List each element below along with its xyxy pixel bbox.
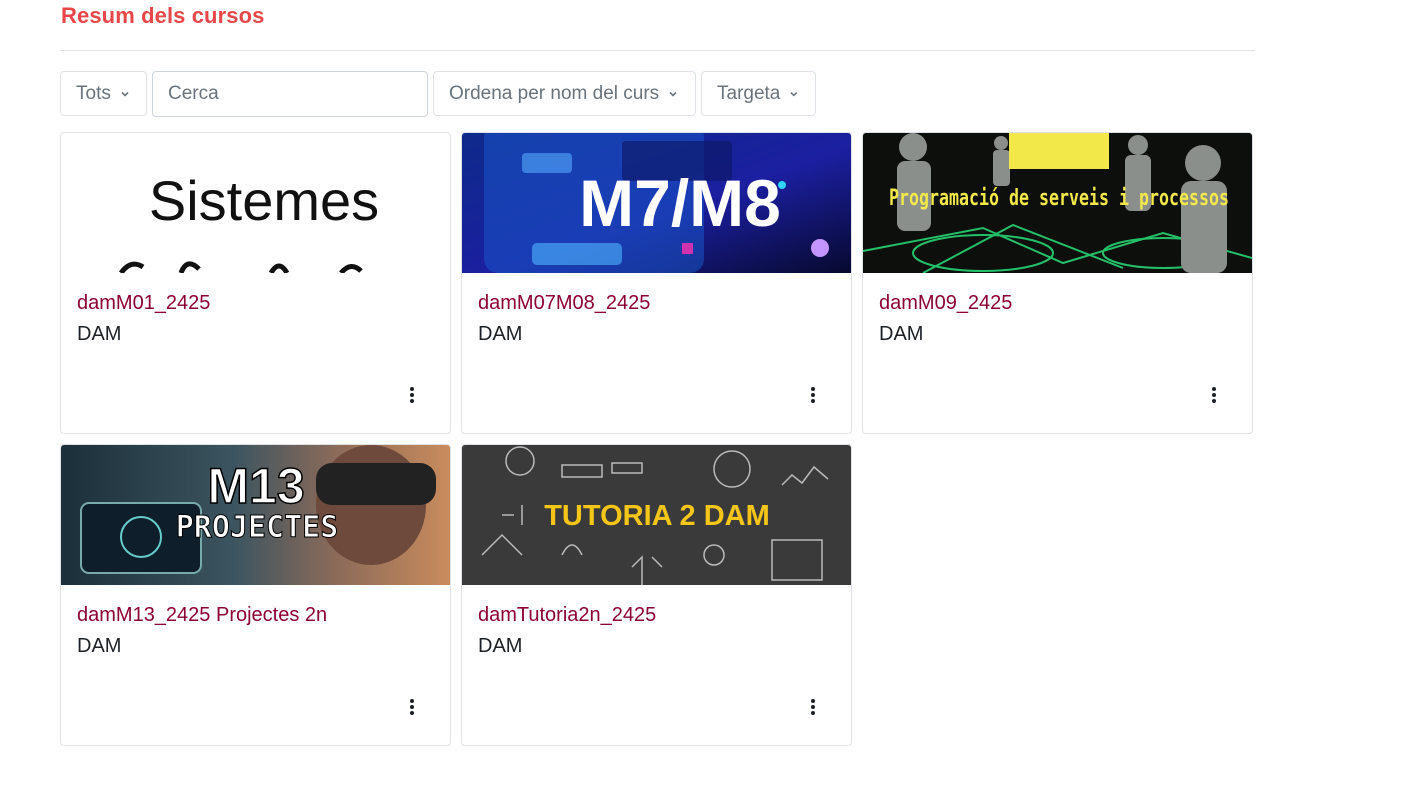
- chevron-down-icon: [121, 91, 129, 97]
- grouping-dropdown[interactable]: Tots: [60, 71, 147, 116]
- course-image-text: Programació de serveis i processos: [889, 186, 1229, 211]
- course-image[interactable]: M7/M8: [462, 133, 851, 273]
- view-dropdown[interactable]: Targeta: [701, 71, 816, 116]
- course-image-text: M7/M8: [579, 166, 781, 240]
- course-card[interactable]: M7/M8 damM07M08_2425 DAM: [461, 132, 852, 434]
- course-name-link[interactable]: damM07M08_2425: [478, 292, 650, 315]
- sort-dropdown[interactable]: Ordena per nom del curs: [433, 71, 696, 116]
- course-category: DAM: [77, 635, 122, 657]
- course-image[interactable]: M13: [61, 445, 450, 585]
- kebab-menu-icon[interactable]: [805, 385, 821, 405]
- course-image-text: Sistemes: [149, 169, 379, 232]
- chevron-down-icon: [669, 91, 677, 97]
- chevron-down-icon: [790, 91, 798, 97]
- course-category: DAM: [879, 323, 924, 345]
- search-input[interactable]: [152, 71, 428, 117]
- course-card[interactable]: TUTORIA 2 DAM damTutoria2n_2425 DAM: [461, 444, 852, 746]
- kebab-menu-icon[interactable]: [805, 697, 821, 717]
- kebab-menu-icon[interactable]: [404, 697, 420, 717]
- view-dropdown-label: Targeta: [717, 82, 781, 104]
- course-name-link[interactable]: damTutoria2n_2425: [478, 604, 656, 627]
- course-image-text: TUTORIA 2 DAM: [544, 500, 770, 532]
- course-image[interactable]: Sistemes: [61, 133, 450, 273]
- svg-text:M13: M13: [207, 458, 304, 514]
- course-card[interactable]: Sistemes damM01_2425 DAM: [60, 132, 451, 434]
- course-category: DAM: [478, 323, 523, 345]
- course-name-link[interactable]: damM01_2425: [77, 292, 210, 315]
- course-image[interactable]: TUTORIA 2 DAM: [462, 445, 851, 585]
- course-name-link[interactable]: damM09_2425: [879, 292, 1012, 315]
- header-divider: [60, 50, 1255, 51]
- course-category: DAM: [478, 635, 523, 657]
- page-title: Resum dels cursos: [61, 3, 265, 28]
- course-card[interactable]: M13 damM13_2425 Projectes 2n DAM: [60, 444, 451, 746]
- kebab-menu-icon[interactable]: [404, 385, 420, 405]
- grouping-dropdown-label: Tots: [76, 82, 111, 104]
- sort-dropdown-label: Ordena per nom del curs: [449, 82, 660, 104]
- course-category: DAM: [77, 323, 122, 345]
- kebab-menu-icon[interactable]: [1206, 385, 1222, 405]
- course-card[interactable]: Programació de serveis i processos damM0…: [862, 132, 1253, 434]
- course-name-link[interactable]: damM13_2425 Projectes 2n: [77, 604, 327, 627]
- course-image[interactable]: Programació de serveis i processos: [863, 133, 1252, 273]
